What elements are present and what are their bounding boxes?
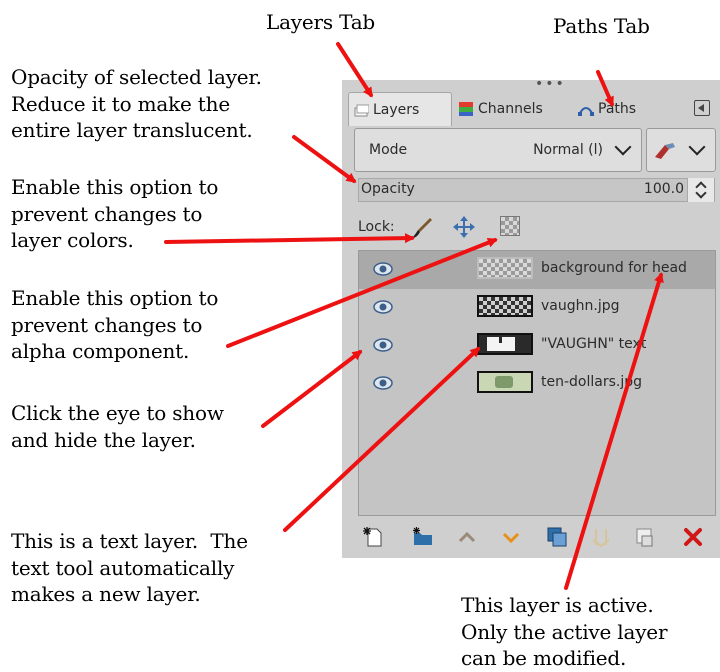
new-layer-icon[interactable] bbox=[362, 526, 384, 548]
raise-layer-icon[interactable] bbox=[456, 526, 478, 548]
dollar-thumb-portrait bbox=[495, 376, 513, 388]
text-layer-thumb-mark bbox=[499, 335, 502, 343]
tab-paths[interactable]: Paths bbox=[574, 92, 666, 126]
chevron-down-icon bbox=[688, 138, 706, 156]
layer-name: background for head bbox=[541, 260, 687, 276]
layer-row[interactable]: ten-dollars.jpg bbox=[359, 365, 715, 403]
new-layer-group-icon[interactable] bbox=[412, 526, 434, 548]
lock-position-move-icon[interactable] bbox=[452, 215, 476, 239]
chevron-down-icon bbox=[614, 138, 632, 156]
layer-thumbnail bbox=[477, 371, 533, 393]
anchor-layer-icon[interactable] bbox=[590, 526, 612, 548]
layer-row[interactable]: vaughn.jpg bbox=[359, 289, 715, 327]
mode-effects-select[interactable] bbox=[646, 128, 716, 172]
eye-caption: Click the eye to show and hide the layer… bbox=[11, 401, 224, 452]
layers-bottom-toolbar bbox=[358, 516, 716, 558]
text-layer-caption: This is a text layer. The text tool auto… bbox=[11, 529, 248, 606]
tab-channels-label: Channels bbox=[478, 101, 543, 117]
mode-select[interactable]: Mode Normal (l) bbox=[354, 128, 642, 172]
opacity-caption: Opacity of selected layer. Reduce it to … bbox=[11, 65, 262, 142]
paths-icon bbox=[578, 107, 594, 116]
lock-colors-caption: Enable this option to prevent changes to… bbox=[11, 175, 219, 252]
delete-layer-icon[interactable] bbox=[682, 526, 704, 548]
layer-row[interactable]: background for head bbox=[359, 251, 715, 289]
lower-layer-icon[interactable] bbox=[500, 526, 522, 548]
layer-name: vaughn.jpg bbox=[541, 298, 620, 314]
dock-menu-icon bbox=[698, 104, 704, 112]
mode-value: Normal (l) bbox=[533, 142, 603, 158]
lock-alpha-checker-icon[interactable] bbox=[500, 216, 520, 236]
channels-icon bbox=[459, 102, 473, 116]
layer-thumbnail bbox=[477, 295, 533, 317]
layer-row[interactable]: "VAUGHN" text bbox=[359, 327, 715, 365]
eye-icon[interactable] bbox=[373, 261, 393, 277]
tab-layers-label: Layers bbox=[373, 101, 420, 118]
dock-menu-button[interactable] bbox=[694, 100, 710, 116]
layer-name: "VAUGHN" text bbox=[541, 336, 647, 352]
paths-tab-caption: Paths Tab bbox=[553, 14, 650, 38]
layer-mode-icon bbox=[655, 143, 675, 159]
mode-label: Mode bbox=[369, 142, 408, 158]
layers-dock: ••• Layers Channels Paths Mode Normal (l… bbox=[342, 77, 720, 558]
eye-icon[interactable] bbox=[373, 299, 393, 315]
mask-layer-icon[interactable] bbox=[634, 526, 656, 548]
duplicate-layer-icon[interactable] bbox=[546, 526, 568, 548]
lock-label: Lock: bbox=[358, 219, 395, 235]
dock-grip-handle[interactable]: ••• bbox=[535, 77, 566, 91]
eye-icon[interactable] bbox=[373, 337, 393, 353]
layer-thumbnail bbox=[477, 257, 533, 279]
layer-name: ten-dollars.jpg bbox=[541, 374, 643, 390]
lock-pixels-brush-icon[interactable] bbox=[410, 216, 434, 240]
opacity-spin-button[interactable] bbox=[687, 178, 714, 202]
opacity-label: Opacity bbox=[361, 181, 415, 197]
active-layer-caption: This layer is active. Only the active la… bbox=[461, 593, 668, 670]
lock-alpha-caption: Enable this option to prevent changes to… bbox=[11, 286, 219, 363]
layer-thumbnail bbox=[477, 333, 533, 355]
tab-layers[interactable]: Layers bbox=[348, 92, 452, 126]
layers-tab-caption: Layers Tab bbox=[266, 10, 376, 34]
dock-tabs: Layers Channels Paths bbox=[348, 92, 714, 126]
tab-channels[interactable]: Channels bbox=[454, 92, 570, 126]
tab-paths-label: Paths bbox=[598, 101, 637, 117]
layers-icon bbox=[354, 104, 369, 116]
layers-list: background for head vaughn.jpg "VAUGHN" … bbox=[358, 250, 716, 516]
opacity-value: 100.0 bbox=[643, 181, 684, 197]
opacity-slider[interactable]: Opacity 100.0 bbox=[358, 178, 715, 202]
eye-icon[interactable] bbox=[373, 375, 393, 391]
